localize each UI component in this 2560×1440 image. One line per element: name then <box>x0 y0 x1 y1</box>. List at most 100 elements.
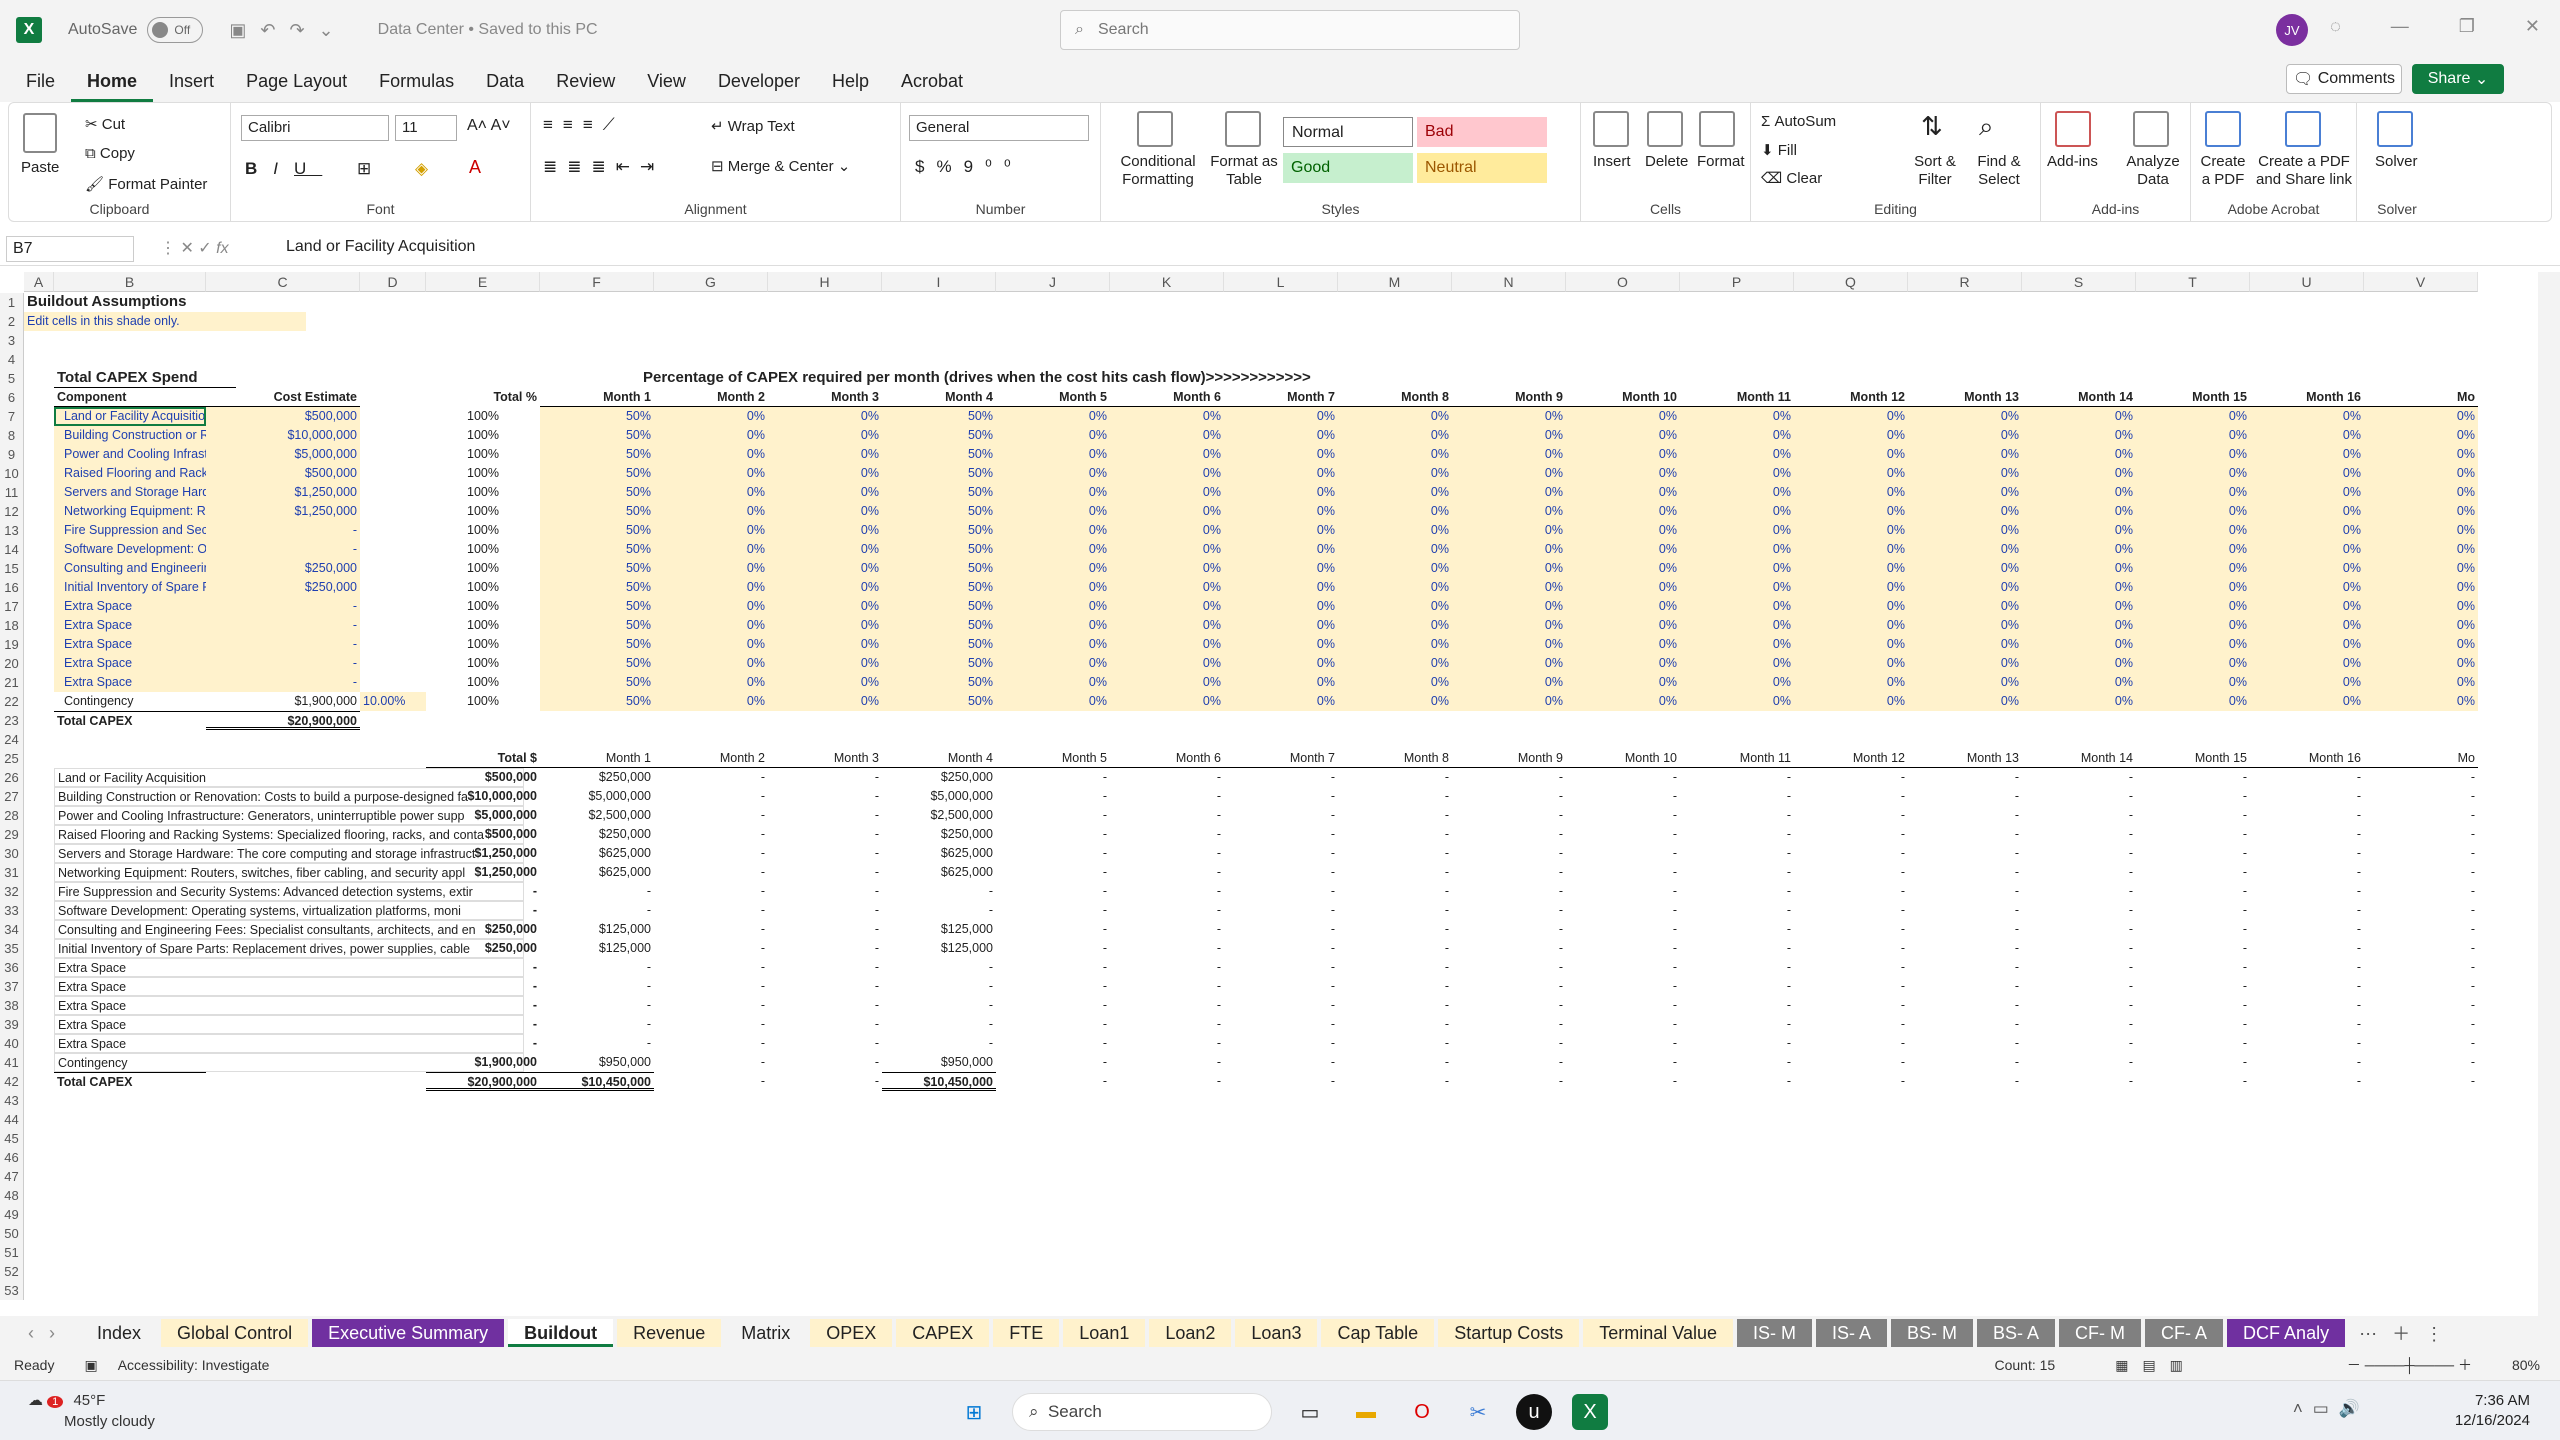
column-header[interactable]: Q <box>1794 272 1908 292</box>
tab-scroll-icons[interactable]: ‹ › <box>28 1323 55 1344</box>
row-total[interactable]: - <box>426 977 540 996</box>
month-header-2[interactable]: Month 14 <box>2022 749 2136 768</box>
month-value[interactable]: - <box>1566 996 1680 1015</box>
month-pct[interactable]: 0% <box>1452 483 1566 502</box>
month-header[interactable]: Mo <box>2364 388 2478 407</box>
month-value[interactable]: - <box>654 1034 768 1053</box>
month-header-2[interactable]: Month 9 <box>1452 749 1566 768</box>
month-value[interactable]: - <box>1338 806 1452 825</box>
month-value[interactable]: - <box>2364 977 2478 996</box>
month-value[interactable]: - <box>2136 863 2250 882</box>
month-value[interactable]: - <box>2364 806 2478 825</box>
total-pct[interactable]: 100% <box>426 464 540 483</box>
month-pct[interactable]: 50% <box>882 483 996 502</box>
month-pct[interactable]: 0% <box>1110 692 1224 711</box>
month-value[interactable]: - <box>1908 768 2022 787</box>
month-header[interactable]: Month 15 <box>2136 388 2250 407</box>
month-pct[interactable]: 0% <box>1110 635 1224 654</box>
month-pct[interactable]: 0% <box>1680 654 1794 673</box>
component-label[interactable]: Extra Space <box>54 597 206 616</box>
row-header[interactable]: 51 <box>0 1243 24 1262</box>
month-pct[interactable]: 50% <box>882 407 996 426</box>
month-value[interactable]: - <box>2022 787 2136 806</box>
row-header[interactable]: 31 <box>0 863 24 882</box>
row-header[interactable]: 35 <box>0 939 24 958</box>
month-pct[interactable]: 0% <box>1680 426 1794 445</box>
row-header[interactable]: 45 <box>0 1129 24 1148</box>
month-value[interactable]: - <box>2250 825 2364 844</box>
month-pct[interactable]: 0% <box>2022 673 2136 692</box>
month-pct[interactable]: 0% <box>1452 464 1566 483</box>
month-pct[interactable]: 0% <box>1338 521 1452 540</box>
month-pct[interactable]: 0% <box>2250 483 2364 502</box>
style-neutral[interactable]: Neutral <box>1417 153 1547 183</box>
month-value[interactable]: - <box>1338 958 1452 977</box>
month-value[interactable]: - <box>1566 882 1680 901</box>
month-value[interactable]: - <box>2136 882 2250 901</box>
menu-tab-home[interactable]: Home <box>71 60 154 102</box>
month-pct[interactable]: 0% <box>996 578 1110 597</box>
month-header[interactable]: Month 3 <box>768 388 882 407</box>
month-pct[interactable]: 0% <box>1908 635 2022 654</box>
month-value[interactable]: - <box>2364 863 2478 882</box>
autosave-toggle[interactable]: Off <box>147 17 204 43</box>
component-label[interactable]: Raised Flooring and Racking Systems: S <box>54 464 206 483</box>
month-value[interactable]: - <box>2250 1053 2364 1072</box>
month-value[interactable]: - <box>1680 939 1794 958</box>
total-month[interactable]: - <box>996 1072 1110 1091</box>
format-painter-button[interactable]: 🖌 Format Painter <box>85 175 207 193</box>
month-header-2[interactable]: Month 6 <box>1110 749 1224 768</box>
month-value[interactable]: - <box>2022 977 2136 996</box>
row-total[interactable]: $1,900,000 <box>426 1053 540 1072</box>
solver-button[interactable]: Solver <box>2375 153 2418 170</box>
month-value[interactable]: - <box>1794 996 1908 1015</box>
component-label[interactable]: Extra Space <box>54 616 206 635</box>
month-value[interactable]: - <box>1908 1053 2022 1072</box>
month-value[interactable]: - <box>882 882 996 901</box>
month-pct[interactable]: 0% <box>2136 426 2250 445</box>
month-pct[interactable]: 0% <box>1110 445 1224 464</box>
month-pct[interactable]: 50% <box>882 502 996 521</box>
total-month4[interactable]: $10,450,000 <box>882 1072 996 1091</box>
month-pct[interactable]: 50% <box>540 654 654 673</box>
view-icons[interactable]: ▦▤▥ <box>2115 1357 2197 1374</box>
row-header[interactable]: 28 <box>0 806 24 825</box>
month-value[interactable]: - <box>2136 996 2250 1015</box>
component-label[interactable]: Building Construction or Renovation: C <box>54 426 206 445</box>
month-pct[interactable]: 0% <box>1794 502 1908 521</box>
month-pct[interactable]: 0% <box>1566 426 1680 445</box>
month-value[interactable]: - <box>996 844 1110 863</box>
month-value[interactable]: - <box>654 977 768 996</box>
month-value[interactable]: - <box>1452 901 1566 920</box>
month-pct[interactable]: 50% <box>540 502 654 521</box>
row-header[interactable]: 50 <box>0 1224 24 1243</box>
header-total[interactable]: Total $ <box>426 749 540 768</box>
total-pct[interactable]: 100% <box>426 654 540 673</box>
month-value[interactable]: - <box>1224 958 1338 977</box>
month-pct[interactable]: 0% <box>1224 502 1338 521</box>
month-pct[interactable]: 0% <box>1110 540 1224 559</box>
cost-estimate[interactable]: $1,250,000 <box>206 502 360 521</box>
month-pct[interactable]: 0% <box>1794 540 1908 559</box>
row-header[interactable]: 14 <box>0 540 24 559</box>
month-value[interactable]: - <box>2364 1034 2478 1053</box>
month-pct[interactable]: 0% <box>1794 673 1908 692</box>
month-pct[interactable]: 0% <box>2136 616 2250 635</box>
find-icon[interactable]: ⌕ <box>1979 111 2015 147</box>
sheet-tab-loan1[interactable]: Loan1 <box>1063 1319 1146 1347</box>
row-total[interactable]: - <box>426 1015 540 1034</box>
row-header[interactable]: 32 <box>0 882 24 901</box>
month-pct[interactable]: 0% <box>1566 407 1680 426</box>
month-value[interactable]: - <box>1338 844 1452 863</box>
month-value[interactable]: $250,000 <box>540 825 654 844</box>
month-pct[interactable]: 0% <box>1680 445 1794 464</box>
month-pct[interactable]: 0% <box>1452 407 1566 426</box>
month-value[interactable]: - <box>1680 768 1794 787</box>
month-pct[interactable]: 0% <box>1452 540 1566 559</box>
cost-estimate[interactable]: $250,000 <box>206 578 360 597</box>
total-capex-value[interactable]: $20,900,000 <box>206 711 360 730</box>
month-pct[interactable]: 0% <box>1794 464 1908 483</box>
month-pct[interactable]: 0% <box>654 559 768 578</box>
month-value[interactable]: $2,500,000 <box>540 806 654 825</box>
month-value[interactable]: - <box>1110 863 1224 882</box>
